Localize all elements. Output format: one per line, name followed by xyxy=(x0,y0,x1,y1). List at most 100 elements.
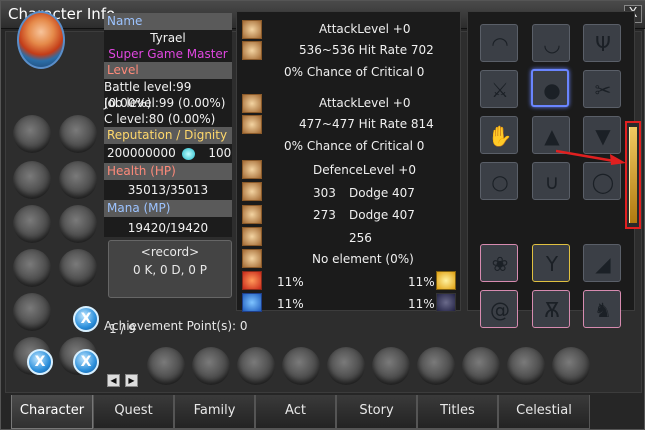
tab-titles[interactable]: Titles xyxy=(417,395,498,429)
mana-value: 19420/19420 xyxy=(104,217,232,237)
attack2-hit: 477~477 Hit Rate 814 xyxy=(299,117,434,131)
item-slot[interactable] xyxy=(59,249,97,287)
trophy-icon: Y xyxy=(545,252,559,276)
melee-defence-icon xyxy=(242,182,262,201)
job-level: Job level:99 (0.00%) xyxy=(104,95,232,111)
item-slot[interactable] xyxy=(13,115,51,153)
skill-slot[interactable] xyxy=(327,347,365,385)
equipment-scrollbar[interactable] xyxy=(625,121,641,229)
health-value: 35013/35013 xyxy=(104,180,232,200)
dark-icon xyxy=(436,293,456,312)
def1-value: 303 xyxy=(313,186,336,200)
item-slot[interactable] xyxy=(59,205,97,243)
tab-character[interactable]: Character xyxy=(11,395,93,429)
costume-slot[interactable]: ● xyxy=(531,69,569,107)
attack2-crit: 0% Chance of Critical 0 xyxy=(284,139,425,153)
wings-slot[interactable]: Ψ xyxy=(583,24,621,62)
gloves-slot[interactable]: ✋ xyxy=(480,116,518,154)
c-level: C level:80 (0.00%) xyxy=(104,111,232,127)
boot-costume-icon: ◢ xyxy=(595,252,611,276)
bracelet-slot[interactable]: ◯ xyxy=(583,162,621,200)
reputation-value: 200000000 xyxy=(107,146,176,160)
scroll-thumb[interactable] xyxy=(629,127,637,223)
gem-icon xyxy=(181,147,195,160)
light-resistance: 11% xyxy=(408,275,435,289)
costume-wings-icon: ❀ xyxy=(491,252,509,276)
body-costume-icon: ♞ xyxy=(594,298,612,322)
reputation-header: Reputation / Dignity xyxy=(104,127,232,144)
attack2-level: AttackLevel +0 xyxy=(319,96,411,110)
boots-icon: ▼ xyxy=(595,124,611,148)
costume-wings-slot[interactable]: ❀ xyxy=(480,244,518,282)
tab-family[interactable]: Family xyxy=(174,395,255,429)
skill-slot[interactable] xyxy=(507,347,545,385)
misc-value: 256 xyxy=(349,231,372,245)
mask-slot[interactable]: ◠ xyxy=(480,24,518,62)
hat-costume-slot[interactable]: Ѫ xyxy=(532,290,570,328)
character-info-window: Character Info X X X X Name Tyrael Super… xyxy=(0,0,645,430)
trophy-slot[interactable]: Y xyxy=(532,244,570,282)
skill-slot[interactable] xyxy=(237,347,275,385)
element-icon xyxy=(242,249,262,268)
x-skill-icon[interactable]: X xyxy=(73,306,99,332)
skill-slot[interactable] xyxy=(552,347,590,385)
skill-slot[interactable] xyxy=(282,347,320,385)
fairy-slot[interactable]: ◢ xyxy=(583,244,621,282)
health-header: Health (HP) xyxy=(104,163,232,180)
ranged-defence-icon xyxy=(242,205,262,224)
weapon-skin-slot[interactable]: @ xyxy=(480,290,518,328)
name-header: Name xyxy=(104,13,232,30)
item-slot[interactable] xyxy=(59,161,97,199)
bow-icon xyxy=(242,115,262,134)
stats-panel: AttackLevel +0 536~536 Hit Rate 702 0% C… xyxy=(236,11,461,312)
fire-resistance: 11% xyxy=(277,275,304,289)
prev-page-button[interactable]: ◀ xyxy=(107,374,120,387)
item-slot[interactable] xyxy=(59,115,97,153)
main-weapon-slot[interactable]: ⚔ xyxy=(480,70,518,108)
sword-icon xyxy=(242,41,262,60)
skill-slot[interactable] xyxy=(192,347,230,385)
item-slot[interactable] xyxy=(13,205,51,243)
attack1-hit: 536~536 Hit Rate 702 xyxy=(299,43,434,57)
x-skill-icon[interactable]: X xyxy=(27,349,53,375)
item-slot[interactable] xyxy=(13,249,51,287)
skill-slot[interactable] xyxy=(462,347,500,385)
item-slot[interactable] xyxy=(13,161,51,199)
x-skill-icon[interactable]: X xyxy=(73,349,99,375)
horn-hat-icon: Ѫ xyxy=(544,298,560,322)
dagger-icon: ✂ xyxy=(594,78,612,102)
record-box: <record> 0 K, 0 D, 0 P xyxy=(108,240,232,298)
hat-slot[interactable]: ◡ xyxy=(532,24,570,62)
secondary-weapon-slot[interactable]: ✂ xyxy=(583,70,621,108)
def2-dodge: Dodge 407 xyxy=(349,208,415,222)
attack1-level: AttackLevel +0 xyxy=(319,22,411,36)
water-icon xyxy=(242,293,262,312)
hat-icon: ◡ xyxy=(543,32,561,56)
item-slot[interactable] xyxy=(13,293,51,331)
attack1-crit: 0% Chance of Critical 0 xyxy=(284,65,425,79)
tab-quest[interactable]: Quest xyxy=(93,395,174,429)
record-label: <record> xyxy=(140,245,200,259)
mana-header: Mana (MP) xyxy=(104,200,232,217)
skill-slot[interactable] xyxy=(417,347,455,385)
tab-celestial-spire[interactable]: Celestial Spire xyxy=(498,395,590,429)
next-page-button[interactable]: ▶ xyxy=(125,374,138,387)
armor-icon: ▲ xyxy=(544,124,560,148)
character-avatar xyxy=(17,11,65,69)
tab-story[interactable]: Story xyxy=(336,395,417,429)
sword-icon: ⚔ xyxy=(491,78,509,102)
sword-icon xyxy=(242,20,262,39)
battle-level: Battle level:99 (0.00%) xyxy=(104,79,232,110)
skill-slot[interactable] xyxy=(147,347,185,385)
avatar-silhouette-icon: ● xyxy=(543,78,561,102)
ring-slot[interactable]: ○ xyxy=(480,162,518,200)
light-icon xyxy=(436,271,456,290)
body-costume-slot[interactable]: ♞ xyxy=(583,290,621,328)
necklace-slot[interactable]: ∪ xyxy=(532,162,570,200)
skill-slot[interactable] xyxy=(372,347,410,385)
mask-icon: ◠ xyxy=(491,32,509,56)
magic-defence-icon xyxy=(242,227,262,246)
shield-icon xyxy=(242,160,262,179)
tab-act[interactable]: Act xyxy=(255,395,336,429)
water-resistance: 11% xyxy=(277,297,304,311)
